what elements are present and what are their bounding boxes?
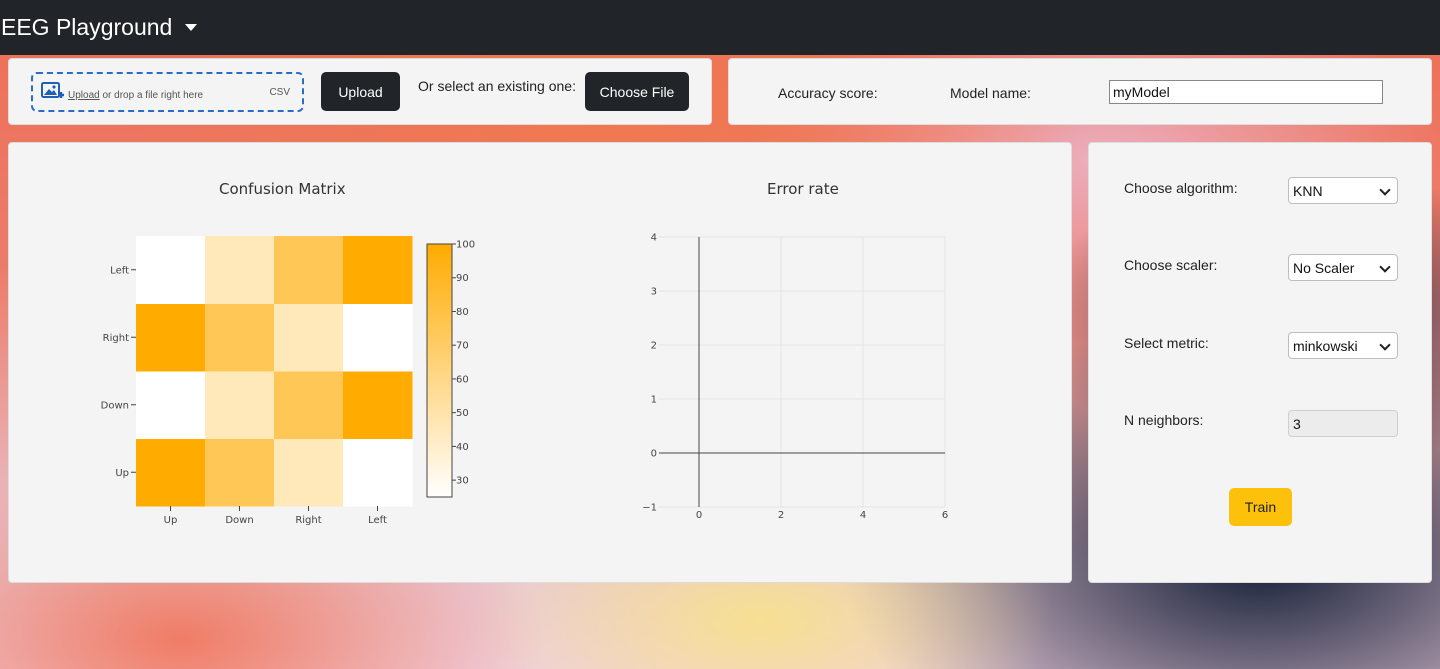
error-rate-chart: 0 2 4 6 −1 0 1 2 3 4 [642,233,948,522]
heatmap-cell [136,303,206,372]
neighbors-label: N neighbors: [1124,412,1204,428]
y-tick-label: −1 [642,503,657,514]
metric-value: minkowski [1293,337,1358,354]
chevron-down-icon [1379,184,1391,196]
algorithm-label: Choose algorithm: [1124,180,1238,196]
heatmap-cell [205,438,275,507]
x-tick-label: Right [295,515,321,526]
navbar: EEG Playground [0,0,1440,55]
chevron-down-icon [1379,261,1391,273]
heatmap-cell [274,236,344,304]
caret-down-icon [185,24,198,31]
file-type-label: CSV [269,87,290,98]
y-tick-label: Right [103,333,129,344]
x-tick-label: 2 [778,510,784,521]
heatmap-cell [274,371,344,439]
heatmap-cell [136,438,206,507]
app-menu-toggle[interactable]: EEG Playground [0,14,198,41]
x-tick-label: Left [368,515,387,526]
y-tick-label: Up [115,468,129,479]
colorbar [426,243,453,498]
training-controls-card: Choose algorithm: KNN Choose scaler: No … [1088,142,1432,583]
scaler-label: Choose scaler: [1124,257,1218,273]
colorbar-tick-label: 50 [456,408,469,419]
select-existing-label: Or select an existing one: [418,78,576,94]
add-image-icon [41,82,64,98]
x-tick-label: Up [164,515,178,526]
neighbors-input[interactable] [1288,410,1398,437]
heatmap-cell [274,438,344,507]
heatmap-cell [274,303,344,372]
colorbar-tick-label: 80 [456,307,469,318]
heatmap-cell [205,236,275,304]
colorbar-tick-label: 30 [456,476,469,487]
model-info-card: Accuracy score: Model name: [728,58,1432,125]
scaler-select[interactable]: No Scaler [1288,254,1398,281]
colorbar-tick-label: 70 [456,341,469,352]
accuracy-score-label: Accuracy score: [778,85,878,101]
plots-card: Confusion Matrix Up Down Right Left Up Down Ri… [8,142,1072,583]
x-tick-label: Down [225,515,253,526]
heatmap-cell [343,438,413,507]
colorbar-tick-label: 60 [456,374,469,385]
y-tick-label: 4 [651,233,657,244]
metric-select[interactable]: minkowski [1288,332,1398,359]
heatmap-cell [343,303,413,372]
algorithm-value: KNN [1293,182,1323,199]
heatmap-cell [205,303,275,372]
y-tick-label: 2 [651,341,657,352]
upload-card: Upload or drop a file right here CSV Upl… [8,58,712,125]
algorithm-select[interactable]: KNN [1288,177,1398,204]
app-title: EEG Playground [1,14,173,40]
heatmap-cell [205,371,275,439]
colorbar-tick-label: 40 [456,442,469,453]
metric-label: Select metric: [1124,335,1209,351]
file-dropzone[interactable]: Upload or drop a file right here CSV [31,72,304,112]
upload-button[interactable]: Upload [321,72,400,111]
scaler-value: No Scaler [1293,259,1355,276]
heatmap-cell [136,236,206,304]
y-tick-label: 1 [651,395,657,406]
heatmap-cell [343,236,413,304]
y-tick-label: Down [101,400,129,411]
heatmap-cell [343,371,413,439]
choose-file-button[interactable]: Choose File [585,72,689,111]
chevron-down-icon [1379,339,1391,351]
colorbar-tick-label: 90 [456,273,469,284]
y-tick-label: 0 [651,449,657,460]
x-tick-label: 6 [942,510,948,521]
train-button[interactable]: Train [1229,488,1292,526]
model-name-label: Model name: [950,85,1031,101]
dropzone-hint: or drop a file right here [99,89,204,101]
colorbar-tick-label: 100 [456,240,475,251]
upload-link[interactable]: Upload [68,90,100,101]
y-tick-label: Left [110,265,129,276]
x-tick-label: 4 [860,510,866,521]
model-name-input[interactable] [1109,80,1383,104]
y-tick-label: 3 [651,287,657,298]
heatmap-cell [136,371,206,439]
x-tick-label: 0 [696,510,702,521]
dropzone-text: Upload or drop a file right here [68,90,203,101]
confusion-matrix-chart: Up Down Right Left Up Down Right Left 30 40 50 60 70… [101,236,475,526]
